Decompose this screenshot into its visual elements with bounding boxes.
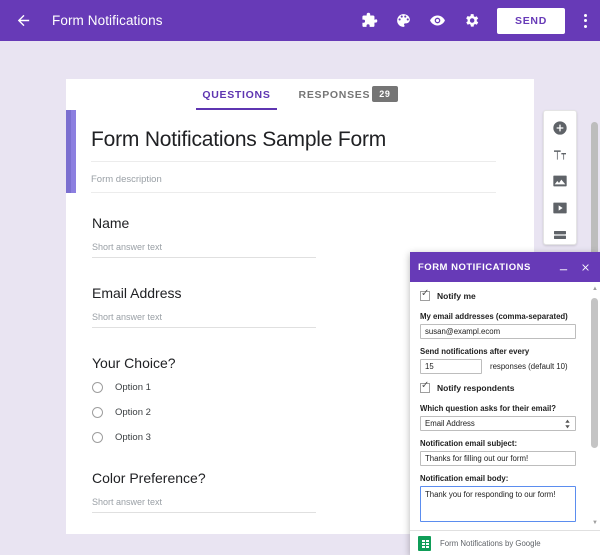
dialog-window-controls xyxy=(557,261,592,274)
top-app-bar: Form Notifications xyxy=(0,0,600,41)
settings-gear-icon[interactable] xyxy=(461,11,481,31)
preview-eye-icon[interactable] xyxy=(427,11,447,31)
addons-puzzle-icon[interactable] xyxy=(359,11,379,31)
add-title-icon[interactable] xyxy=(551,146,569,164)
google-sheets-icon xyxy=(418,536,431,551)
scroll-up-icon[interactable]: ▲ xyxy=(592,286,598,292)
email-question-value: Email Address xyxy=(425,419,475,428)
email-addresses-input[interactable] xyxy=(420,324,576,339)
short-answer-placeholder: Short answer text xyxy=(92,242,316,258)
short-answer-placeholder: Short answer text xyxy=(92,497,316,513)
add-video-icon[interactable] xyxy=(551,199,569,217)
question-title: Name xyxy=(92,215,508,231)
dialog-title: FORM NOTIFICATIONS xyxy=(418,262,531,273)
radio-circle-icon xyxy=(92,432,103,443)
dialog-scrollbar-thumb[interactable] xyxy=(591,298,598,448)
notify-respondents-label: Notify respondents xyxy=(437,383,514,393)
radio-circle-icon xyxy=(92,382,103,393)
notify-respondents-checkbox[interactable] xyxy=(420,383,430,393)
send-after-input[interactable] xyxy=(420,359,482,374)
email-body-label: Notification email body: xyxy=(420,474,590,483)
more-vertical-icon[interactable] xyxy=(581,11,590,31)
option-label: Option 3 xyxy=(115,432,151,443)
send-button[interactable]: SEND xyxy=(497,8,565,34)
dialog-body: Notify me My email addresses (comma-sepa… xyxy=(410,282,600,530)
send-after-suffix: responses (default 10) xyxy=(490,362,568,371)
tab-responses[interactable]: RESPONSES 29 xyxy=(285,79,412,110)
question-toolbar xyxy=(543,110,577,245)
scroll-down-icon[interactable]: ▼ xyxy=(592,520,598,526)
notify-me-checkbox[interactable] xyxy=(420,291,430,301)
tab-questions[interactable]: QUESTIONS xyxy=(188,79,284,110)
notify-me-label: Notify me xyxy=(437,291,476,301)
tabs: QUESTIONS RESPONSES 29 xyxy=(188,79,411,110)
select-updown-icon xyxy=(564,419,571,429)
form-description[interactable]: Form description xyxy=(91,162,496,193)
dialog-footer-label: Form Notifications by Google xyxy=(440,539,541,548)
document-title: Form Notifications xyxy=(52,13,163,28)
form-header-block[interactable]: Form Notifications Sample Form Form desc… xyxy=(66,110,516,193)
close-icon[interactable] xyxy=(579,261,592,274)
radio-circle-icon xyxy=(92,407,103,418)
email-addresses-label: My email addresses (comma-separated) xyxy=(420,312,590,321)
back-arrow-icon[interactable] xyxy=(10,8,36,34)
email-question-label: Which question asks for their email? xyxy=(420,404,590,413)
add-question-icon[interactable] xyxy=(551,119,569,137)
form-notifications-dialog: FORM NOTIFICATIONS Notify me My email ad… xyxy=(410,252,600,555)
send-after-row: responses (default 10) xyxy=(420,359,590,374)
notify-respondents-row[interactable]: Notify respondents xyxy=(420,383,590,393)
option-label: Option 2 xyxy=(115,407,151,418)
send-after-label: Send notifications after every xyxy=(420,347,590,356)
tab-bar: QUESTIONS RESPONSES 29 xyxy=(66,79,534,110)
add-image-icon[interactable] xyxy=(551,173,569,191)
google-forms-editor: Form Notifications xyxy=(0,0,600,555)
topbar-actions: SEND xyxy=(359,8,600,34)
notify-me-row[interactable]: Notify me xyxy=(420,291,590,301)
add-section-icon[interactable] xyxy=(551,226,569,244)
option-label: Option 1 xyxy=(115,382,151,393)
email-subject-input[interactable] xyxy=(420,451,576,466)
email-subject-label: Notification email subject: xyxy=(420,439,590,448)
email-body-textarea[interactable] xyxy=(420,486,576,522)
dialog-footer: Form Notifications by Google xyxy=(410,530,600,555)
minimize-icon[interactable] xyxy=(557,261,569,273)
theme-palette-icon[interactable] xyxy=(393,11,413,31)
tab-responses-label: RESPONSES xyxy=(299,89,371,101)
email-question-select[interactable]: Email Address xyxy=(420,416,576,431)
dialog-title-bar: FORM NOTIFICATIONS xyxy=(410,252,600,282)
form-title[interactable]: Form Notifications Sample Form xyxy=(91,128,496,162)
responses-count-badge: 29 xyxy=(372,86,397,102)
dialog-scrollbar[interactable]: ▲ ▼ xyxy=(591,286,598,526)
short-answer-placeholder: Short answer text xyxy=(92,312,316,328)
